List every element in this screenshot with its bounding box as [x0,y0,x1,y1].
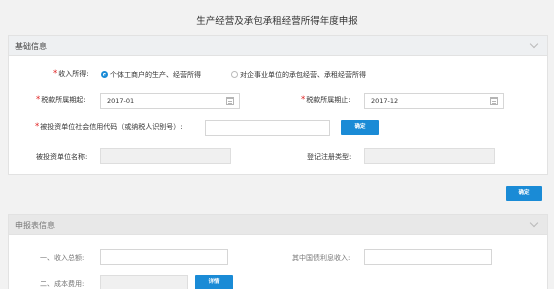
basic-info-title: 基础信息 [15,42,47,51]
radio-selected-icon[interactable] [101,71,108,78]
page-title: 生产经营及承包承租经营所得年度申报 [196,16,358,27]
period-end-label: 税款所属期止: [306,96,351,104]
reg-type-input [364,148,495,164]
period-start-label-wrap: *税款所属期起: [36,95,86,105]
calendar-icon[interactable] [490,97,498,105]
chevron-down-icon[interactable] [529,218,539,228]
income-type-label: 收入所得: [58,70,89,78]
required-asterisk: * [35,122,40,132]
required-asterisk: * [301,95,306,105]
total-income-input[interactable] [100,249,228,265]
period-end-input[interactable]: 2017-12 [364,93,504,109]
radio-unselected-icon[interactable] [231,71,238,78]
calendar-icon[interactable] [226,97,234,105]
credit-code-input[interactable] [205,120,330,136]
period-end-label-wrap: *税款所属期止: [301,95,351,105]
radio-option-contract[interactable]: 对企事业单位的承包经营、承租经营所得 [231,70,366,80]
credit-code-label-wrap: *被投资单位社会信用代码（或纳税人识别号）: [35,122,183,132]
bond-interest-label: 其中国债利息收入: [292,254,351,262]
confirm-button[interactable]: 确定 [506,186,542,201]
required-asterisk: * [36,95,41,105]
credit-code-label: 被投资单位社会信用代码（或纳税人识别号）: [40,123,183,131]
radio-option-2-label: 对企事业单位的承包经营、承租经营所得 [240,71,366,79]
chevron-down-icon[interactable] [529,39,539,49]
declaration-header[interactable]: 申报表信息 [9,215,547,235]
declaration-panel: 申报表信息 一、收入总额: 其中国债利息收入: 二、成本费用: 详情 [8,214,548,289]
period-start-input[interactable]: 2017-01 [100,93,240,109]
total-income-label: 一、收入总额: [40,254,85,262]
period-start-label: 税款所属期起: [41,96,86,104]
company-name-label: 被投资单位名称: [36,153,88,161]
cost-label: 二、成本费用: [40,280,85,288]
basic-info-header[interactable]: 基础信息 [9,36,547,56]
bond-interest-input[interactable] [364,249,492,265]
basic-info-panel: 基础信息 *收入所得: 个体工商户的生产、经营所得 对企事业单位的承包经营、承租… [8,35,548,175]
cost-input [100,275,188,289]
period-end-value: 2017-12 [371,97,399,105]
reg-type-label: 登记注册类型: [307,153,352,161]
radio-option-individual[interactable]: 个体工商户的生产、经营所得 [101,70,201,80]
radio-option-1-label: 个体工商户的生产、经营所得 [110,71,201,79]
required-asterisk: * [53,69,58,79]
income-type-label-wrap: *收入所得: [53,69,89,79]
company-name-input [100,148,231,164]
declaration-title: 申报表信息 [15,221,55,230]
period-start-value: 2017-01 [107,97,135,105]
cost-detail-button[interactable]: 详情 [195,275,233,289]
confirm-code-button[interactable]: 确定 [341,120,379,135]
